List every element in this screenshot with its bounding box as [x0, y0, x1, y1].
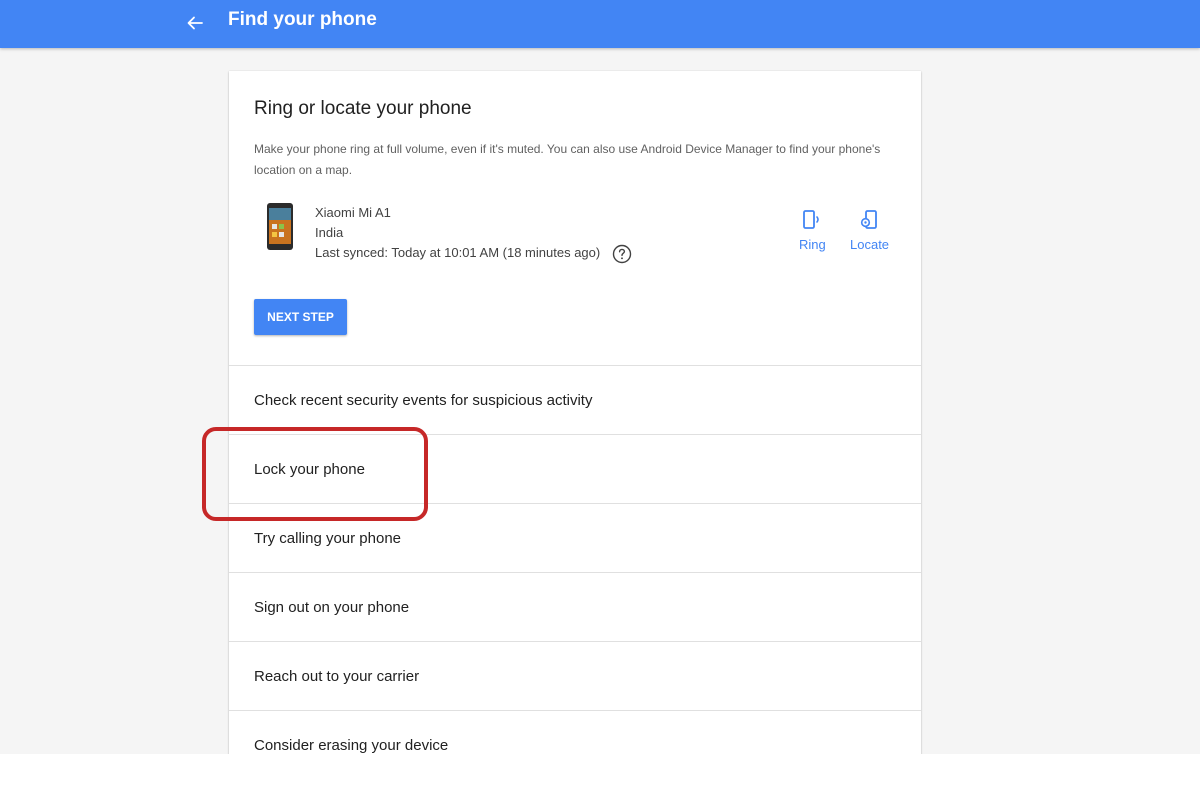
locate-button[interactable]: Locate [850, 209, 889, 252]
next-step-button[interactable]: NEXT STEP [254, 299, 347, 335]
phone-thumbnail-icon [267, 203, 293, 250]
ring-phone-icon [803, 210, 820, 229]
section-heading: Ring or locate your phone [254, 98, 472, 119]
back-button[interactable] [178, 6, 212, 40]
option-sign-out[interactable]: Sign out on your phone [229, 573, 921, 642]
ring-button[interactable]: Ring [799, 209, 826, 252]
last-synced-row: Last synced: Today at 10:01 AM (18 minut… [315, 243, 632, 264]
option-reach-carrier[interactable]: Reach out to your carrier [229, 642, 921, 711]
arrow-back-icon [187, 16, 203, 30]
locate-label: Locate [850, 237, 890, 252]
help-circle-icon[interactable] [612, 244, 632, 264]
options-list: Check recent security events for suspici… [229, 366, 921, 754]
option-call-phone[interactable]: Try calling your phone [229, 504, 921, 573]
ring-locate-section: Ring or locate your phone Make your phon… [229, 71, 921, 366]
option-erase-device[interactable]: Consider erasing your device [229, 711, 921, 754]
option-security-events[interactable]: Check recent security events for suspici… [229, 366, 921, 435]
section-description: Make your phone ring at full volume, eve… [254, 142, 881, 177]
device-name: Xiaomi Mi A1 [315, 205, 391, 220]
locate-phone-icon [860, 210, 877, 229]
page-title: Find your phone [228, 9, 377, 30]
option-lock-phone[interactable]: Lock your phone [229, 435, 921, 504]
ring-label: Ring [799, 237, 826, 252]
app-bar: Find your phone [0, 0, 1200, 48]
device-info: Xiaomi Mi A1 India Last synced: Today at… [315, 203, 632, 264]
options-card: Ring or locate your phone Make your phon… [229, 71, 921, 754]
last-synced-text: Last synced: Today at 10:01 AM (18 minut… [315, 245, 601, 260]
device-country: India [315, 225, 344, 240]
find-your-phone-page: Find your phone Ring or locate your phon… [0, 0, 1200, 754]
